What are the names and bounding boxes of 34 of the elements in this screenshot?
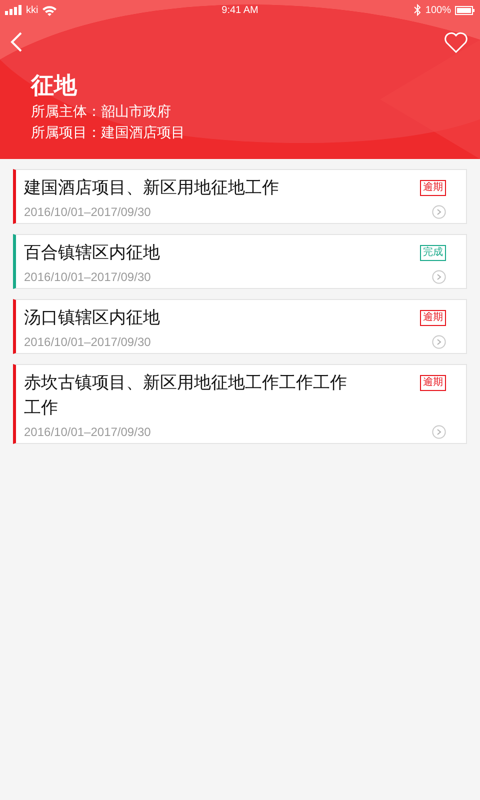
bluetooth-icon xyxy=(414,4,422,16)
status-time: 9:41 AM xyxy=(222,4,258,16)
task-dates: 2016/10/01–2017/09/30 xyxy=(24,425,151,439)
heart-icon[interactable] xyxy=(444,30,468,54)
status-tag: 逾期 xyxy=(420,310,446,326)
chevron-circle-icon[interactable] xyxy=(432,205,446,219)
task-card[interactable]: 建国酒店项目、新区用地征地工作 逾期 2016/10/01–2017/09/30 xyxy=(13,169,467,224)
task-title: 建国酒店项目、新区用地征地工作 xyxy=(24,177,279,200)
signal-icon xyxy=(5,5,22,15)
carrier-name: kki xyxy=(26,4,38,16)
field-label: 所属项目： xyxy=(31,124,101,143)
task-card[interactable]: 赤坎古镇项目、新区用地征地工作工作工作工作 逾期 2016/10/01–2017/09/30 xyxy=(13,364,467,444)
page-title: 征地 xyxy=(31,72,78,101)
battery-percent: 100% xyxy=(425,4,451,16)
task-dates: 2016/10/01–2017/09/30 xyxy=(24,335,151,349)
field-label: 所属主体： xyxy=(31,103,101,122)
task-title: 百合镇辖区内征地 xyxy=(24,242,160,265)
status-tag: 完成 xyxy=(420,245,446,261)
chevron-circle-icon[interactable] xyxy=(432,335,446,349)
task-title: 汤口镇辖区内征地 xyxy=(24,307,160,330)
wifi-icon xyxy=(42,4,58,16)
task-dates: 2016/10/01–2017/09/30 xyxy=(24,205,151,219)
task-title: 赤坎古镇项目、新区用地征地工作工作工作工作 xyxy=(24,372,348,420)
status-tag: 逾期 xyxy=(420,180,446,196)
task-card[interactable]: 百合镇辖区内征地 完成 2016/10/01–2017/09/30 xyxy=(13,234,467,289)
back-icon[interactable] xyxy=(10,30,22,54)
chevron-circle-icon[interactable] xyxy=(432,270,446,284)
chevron-circle-icon[interactable] xyxy=(432,425,446,439)
battery-icon xyxy=(454,6,475,14)
field-value: 建国酒店项目 xyxy=(101,124,185,143)
task-dates: 2016/10/01–2017/09/30 xyxy=(24,270,151,284)
field-value: 韶山市政府 xyxy=(101,103,171,122)
status-tag: 逾期 xyxy=(420,375,446,391)
task-card[interactable]: 汤口镇辖区内征地 逾期 2016/10/01–2017/09/30 xyxy=(13,299,467,354)
